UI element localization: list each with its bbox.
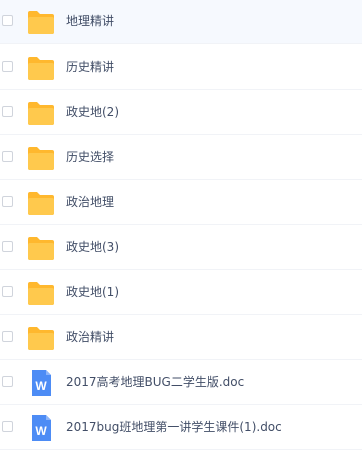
file-name[interactable]: 政治地理 [66, 194, 114, 210]
list-item[interactable]: W 2017bug班地理第一讲学生课件(1).doc [0, 405, 362, 450]
word-doc-icon: W [27, 414, 55, 442]
folder-icon [27, 279, 55, 307]
word-doc-icon: W [27, 369, 55, 397]
file-name[interactable]: 政史地(2) [66, 104, 119, 120]
row-checkbox[interactable] [2, 15, 13, 26]
list-item[interactable]: 政治精讲 [0, 315, 362, 360]
svg-text:W: W [35, 379, 47, 393]
row-checkbox[interactable] [2, 196, 13, 207]
file-name[interactable]: 政治精讲 [66, 329, 114, 345]
list-item[interactable]: 政史地(2) [0, 90, 362, 135]
file-name[interactable]: 政史地(3) [66, 239, 119, 255]
row-checkbox[interactable] [2, 61, 13, 72]
list-item[interactable]: 政史地(3) [0, 225, 362, 270]
row-checkbox[interactable] [2, 376, 13, 387]
file-name[interactable]: 历史精讲 [66, 59, 114, 75]
folder-icon [27, 99, 55, 127]
folder-icon [27, 234, 55, 262]
folder-icon [27, 8, 55, 36]
list-item[interactable]: 历史选择 [0, 135, 362, 180]
file-name[interactable]: 2017bug班地理第一讲学生课件(1).doc [66, 419, 282, 435]
row-checkbox[interactable] [2, 151, 13, 162]
row-checkbox[interactable] [2, 286, 13, 297]
row-checkbox[interactable] [2, 106, 13, 117]
file-name[interactable]: 政史地(1) [66, 284, 119, 300]
svg-text:W: W [35, 424, 47, 438]
folder-icon [27, 54, 55, 82]
row-checkbox[interactable] [2, 421, 13, 432]
file-name[interactable]: 2017高考地理BUG二学生版.doc [66, 374, 244, 390]
list-item[interactable]: 政治地理 [0, 180, 362, 225]
folder-icon [27, 144, 55, 172]
row-checkbox[interactable] [2, 241, 13, 252]
list-item[interactable]: W 2017高考地理BUG二学生版.doc [0, 360, 362, 405]
file-name[interactable]: 地理精讲 [66, 13, 114, 29]
folder-icon [27, 324, 55, 352]
list-item[interactable]: 地理精讲 [0, 0, 362, 44]
row-checkbox[interactable] [2, 331, 13, 342]
folder-icon [27, 189, 55, 217]
list-item[interactable]: 政史地(1) [0, 270, 362, 315]
list-item[interactable]: 历史精讲 [0, 45, 362, 90]
file-list: 地理精讲 历史精讲 政史地(2) 历史选择 政治地理 政史地(3) 政史地(1)… [0, 0, 362, 455]
file-name[interactable]: 历史选择 [66, 149, 114, 165]
